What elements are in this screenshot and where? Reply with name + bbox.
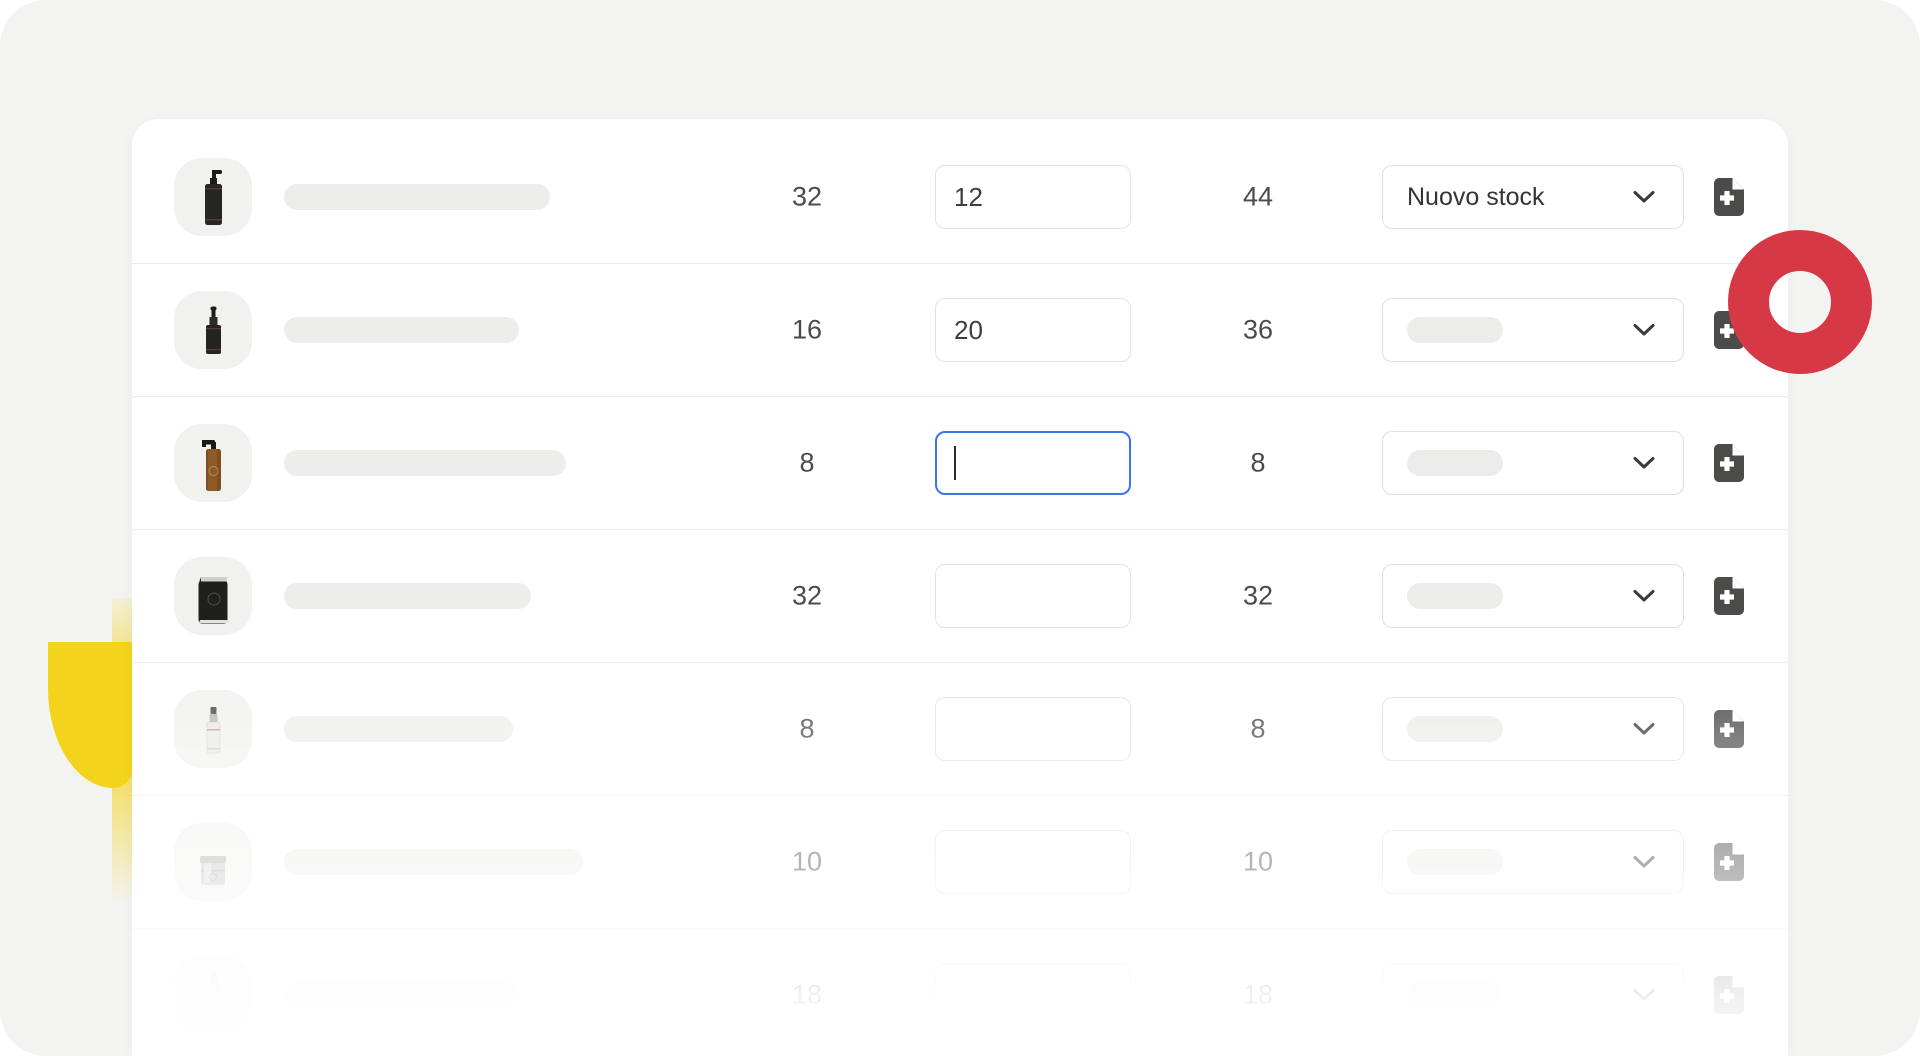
table-row: 8 8 xyxy=(132,663,1788,796)
pouch-black-icon xyxy=(189,566,237,626)
chevron-down-icon xyxy=(1633,324,1655,336)
product-name-skeleton xyxy=(284,184,550,210)
chevron-down-icon xyxy=(1633,457,1655,469)
select-placeholder-skeleton xyxy=(1407,716,1503,742)
text-cursor xyxy=(954,446,956,480)
file-plus-icon xyxy=(1714,976,1744,1014)
total-stock-value: 44 xyxy=(1242,181,1274,212)
product-name-skeleton xyxy=(284,583,531,609)
file-plus-icon xyxy=(1714,710,1744,748)
pump-bottle-amber-icon xyxy=(191,433,235,493)
current-stock-value: 32 xyxy=(791,181,823,212)
new-stock-input[interactable] xyxy=(935,431,1131,495)
add-document-button[interactable] xyxy=(1714,976,1744,1014)
file-plus-icon xyxy=(1714,178,1744,216)
new-stock-input[interactable] xyxy=(935,830,1131,894)
new-stock-input[interactable] xyxy=(935,697,1131,761)
stock-table-card: 32 12 44 Nuovo stock 16 20 36 8 8 32 32 … xyxy=(132,119,1788,1056)
chevron-down-icon xyxy=(1633,191,1655,203)
total-stock-value: 36 xyxy=(1242,314,1274,345)
chevron-down-icon xyxy=(1633,856,1655,868)
select-placeholder-skeleton xyxy=(1407,982,1503,1008)
product-thumbnail xyxy=(174,557,252,635)
new-stock-input-value: 20 xyxy=(954,314,983,345)
total-stock-value: 18 xyxy=(1242,979,1274,1010)
table-row: 16 20 36 xyxy=(132,264,1788,397)
product-name-skeleton xyxy=(284,450,566,476)
select-selected-value: Nuovo stock xyxy=(1407,182,1545,211)
add-document-button[interactable] xyxy=(1714,178,1744,216)
table-row: 32 12 44 Nuovo stock xyxy=(132,131,1788,264)
total-stock-value: 8 xyxy=(1250,447,1266,478)
table-row: 8 8 xyxy=(132,397,1788,530)
product-name-skeleton xyxy=(284,317,519,343)
product-thumbnail xyxy=(174,424,252,502)
current-stock-value: 8 xyxy=(799,447,815,478)
product-name-skeleton xyxy=(284,849,583,875)
file-plus-icon xyxy=(1714,843,1744,881)
chevron-down-icon xyxy=(1633,989,1655,1001)
select-placeholder-skeleton xyxy=(1407,450,1503,476)
product-thumbnail xyxy=(174,956,252,1034)
file-plus-icon xyxy=(1714,577,1744,615)
product-name-skeleton xyxy=(284,716,513,742)
yellow-blur-strip-decoration xyxy=(112,598,134,904)
bottle-pale-icon xyxy=(191,965,235,1025)
stock-table: 32 12 44 Nuovo stock 16 20 36 8 8 32 32 … xyxy=(132,131,1788,1056)
stock-action-select[interactable] xyxy=(1382,963,1684,1027)
add-document-button[interactable] xyxy=(1714,710,1744,748)
total-stock-value: 10 xyxy=(1242,846,1274,877)
dropper-bottle-black-icon xyxy=(191,300,235,360)
select-placeholder-skeleton xyxy=(1407,583,1503,609)
table-row: 10 10 xyxy=(132,796,1788,929)
select-placeholder-skeleton xyxy=(1407,317,1503,343)
chevron-down-icon xyxy=(1633,590,1655,602)
serum-bottle-white-icon xyxy=(191,699,235,759)
new-stock-input[interactable]: 20 xyxy=(935,298,1131,362)
jar-silver-icon xyxy=(189,832,237,892)
new-stock-input[interactable]: 12 xyxy=(935,165,1131,229)
stock-action-select[interactable] xyxy=(1382,830,1684,894)
total-stock-value: 32 xyxy=(1242,580,1274,611)
add-document-button[interactable] xyxy=(1714,577,1744,615)
table-row: 32 32 xyxy=(132,530,1788,663)
product-thumbnail xyxy=(174,158,252,236)
current-stock-value: 18 xyxy=(791,979,823,1010)
current-stock-value: 8 xyxy=(799,713,815,744)
stock-action-select[interactable]: Nuovo stock xyxy=(1382,165,1684,229)
stock-action-select[interactable] xyxy=(1382,431,1684,495)
add-document-button[interactable] xyxy=(1714,843,1744,881)
product-name-skeleton xyxy=(284,982,519,1008)
stock-action-select[interactable] xyxy=(1382,298,1684,362)
product-thumbnail xyxy=(174,823,252,901)
add-document-button[interactable] xyxy=(1714,444,1744,482)
stock-action-select[interactable] xyxy=(1382,697,1684,761)
file-plus-icon xyxy=(1714,444,1744,482)
total-stock-value: 8 xyxy=(1250,713,1266,744)
red-ring-decoration xyxy=(1728,230,1872,374)
product-thumbnail xyxy=(174,291,252,369)
current-stock-value: 32 xyxy=(791,580,823,611)
select-placeholder-skeleton xyxy=(1407,849,1503,875)
page-background: 32 12 44 Nuovo stock 16 20 36 8 8 32 32 … xyxy=(0,0,1920,1056)
table-row: 18 18 xyxy=(132,929,1788,1056)
new-stock-input[interactable] xyxy=(935,564,1131,628)
new-stock-input[interactable] xyxy=(935,963,1131,1027)
current-stock-value: 16 xyxy=(791,314,823,345)
pump-bottle-black-icon xyxy=(191,167,235,227)
chevron-down-icon xyxy=(1633,723,1655,735)
new-stock-input-value: 12 xyxy=(954,181,983,212)
stock-action-select[interactable] xyxy=(1382,564,1684,628)
current-stock-value: 10 xyxy=(791,846,823,877)
product-thumbnail xyxy=(174,690,252,768)
